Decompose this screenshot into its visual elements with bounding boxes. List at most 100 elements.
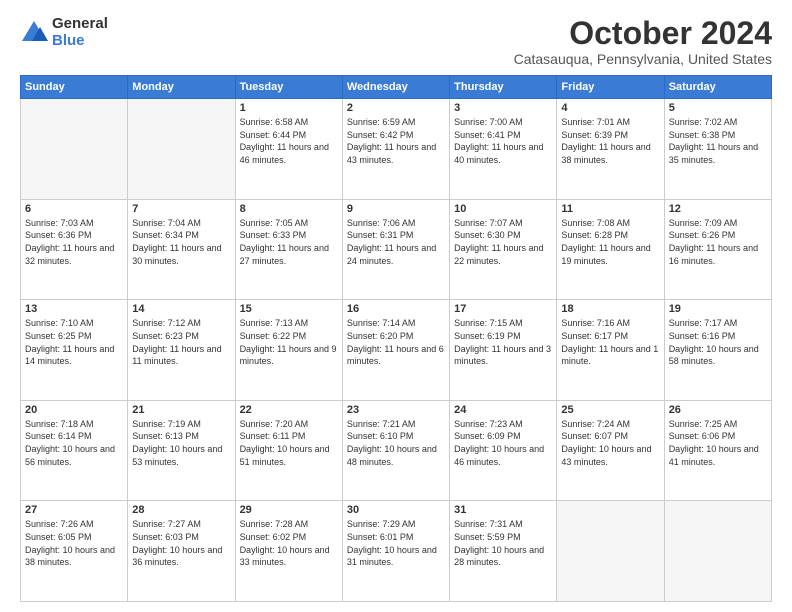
calendar-cell: 20 Sunrise: 7:18 AMSunset: 6:14 PMDayligh… (21, 400, 128, 501)
day-info: Sunrise: 7:03 AMSunset: 6:36 PMDaylight:… (25, 217, 123, 267)
day-number: 20 (25, 404, 123, 416)
day-info: Sunrise: 7:09 AMSunset: 6:26 PMDaylight:… (669, 217, 767, 267)
logo-text: General Blue (52, 16, 108, 49)
calendar-cell (664, 501, 771, 602)
day-number: 26 (669, 404, 767, 416)
calendar-cell: 3 Sunrise: 7:00 AMSunset: 6:41 PMDaylight… (450, 99, 557, 200)
calendar-cell: 22Sunrise: 7:20 AMSunset: 6:11 PMDayligh… (235, 400, 342, 501)
calendar-cell (128, 99, 235, 200)
day-info: Sunrise: 7:14 AMSunset: 6:20 PMDaylight:… (347, 317, 445, 367)
day-info: Sunrise: 7:04 AMSunset: 6:34 PMDaylight:… (132, 217, 230, 267)
day-number: 21 (132, 404, 230, 416)
day-number: 15 (240, 303, 338, 315)
day-info: Sunrise: 7:07 AMSunset: 6:30 PMDaylight:… (454, 217, 552, 267)
day-info: Sunrise: 7:06 AMSunset: 6:31 PMDaylight:… (347, 217, 445, 267)
calendar-cell: 11Sunrise: 7:08 AMSunset: 6:28 PMDayligh… (557, 199, 664, 300)
col-thursday: Thursday (450, 76, 557, 99)
col-friday: Friday (557, 76, 664, 99)
day-number: 13 (25, 303, 123, 315)
calendar-cell: 26 Sunrise: 7:25 AMSunset: 6:06 PMDayligh… (664, 400, 771, 501)
day-info: Sunrise: 7:21 AMSunset: 6:10 PMDaylight:… (347, 418, 445, 468)
calendar-cell: 13 Sunrise: 7:10 AMSunset: 6:25 PMDayligh… (21, 300, 128, 401)
month-title: October 2024 (514, 16, 772, 51)
calendar-cell: 9 Sunrise: 7:06 AMSunset: 6:31 PMDaylight… (342, 199, 449, 300)
day-number: 16 (347, 303, 445, 315)
day-number: 1 (240, 102, 338, 114)
calendar-cell: 31Sunrise: 7:31 AMSunset: 5:59 PMDayligh… (450, 501, 557, 602)
day-info: Sunrise: 7:10 AMSunset: 6:25 PMDaylight:… (25, 317, 123, 367)
day-info: Sunrise: 7:08 AMSunset: 6:28 PMDaylight:… (561, 217, 659, 267)
day-number: 25 (561, 404, 659, 416)
calendar-cell: 28Sunrise: 7:27 AMSunset: 6:03 PMDayligh… (128, 501, 235, 602)
calendar-cell: 8 Sunrise: 7:05 AMSunset: 6:33 PMDaylight… (235, 199, 342, 300)
calendar-table: Sunday Monday Tuesday Wednesday Thursday… (20, 75, 772, 602)
page: General Blue October 2024 Catasauqua, Pe… (0, 0, 792, 612)
calendar-cell: 6 Sunrise: 7:03 AMSunset: 6:36 PMDaylight… (21, 199, 128, 300)
day-number: 23 (347, 404, 445, 416)
day-info: Sunrise: 7:27 AMSunset: 6:03 PMDaylight:… (132, 518, 230, 568)
day-info: Sunrise: 7:25 AMSunset: 6:06 PMDaylight:… (669, 418, 767, 468)
day-info: Sunrise: 7:19 AMSunset: 6:13 PMDaylight:… (132, 418, 230, 468)
day-info: Sunrise: 7:12 AMSunset: 6:23 PMDaylight:… (132, 317, 230, 367)
week-row-5: 27 Sunrise: 7:26 AMSunset: 6:05 PMDayligh… (21, 501, 772, 602)
day-number: 24 (454, 404, 552, 416)
day-number: 12 (669, 203, 767, 215)
calendar-cell: 10 Sunrise: 7:07 AMSunset: 6:30 PMDayligh… (450, 199, 557, 300)
calendar-header-row: Sunday Monday Tuesday Wednesday Thursday… (21, 76, 772, 99)
day-number: 6 (25, 203, 123, 215)
col-tuesday: Tuesday (235, 76, 342, 99)
day-info: Sunrise: 7:02 AMSunset: 6:38 PMDaylight:… (669, 116, 767, 166)
calendar-cell: 16 Sunrise: 7:14 AMSunset: 6:20 PMDayligh… (342, 300, 449, 401)
day-number: 22 (240, 404, 338, 416)
day-info: Sunrise: 7:29 AMSunset: 6:01 PMDaylight:… (347, 518, 445, 568)
day-info: Sunrise: 7:24 AMSunset: 6:07 PMDaylight:… (561, 418, 659, 468)
day-number: 29 (240, 504, 338, 516)
day-number: 5 (669, 102, 767, 114)
day-number: 14 (132, 303, 230, 315)
day-info: Sunrise: 7:23 AMSunset: 6:09 PMDaylight:… (454, 418, 552, 468)
day-info: Sunrise: 7:13 AMSunset: 6:22 PMDaylight:… (240, 317, 338, 367)
day-info: Sunrise: 7:15 AMSunset: 6:19 PMDaylight:… (454, 317, 552, 367)
col-saturday: Saturday (664, 76, 771, 99)
day-number: 8 (240, 203, 338, 215)
calendar-cell: 23 Sunrise: 7:21 AMSunset: 6:10 PMDayligh… (342, 400, 449, 501)
calendar-cell: 21 Sunrise: 7:19 AMSunset: 6:13 PMDayligh… (128, 400, 235, 501)
week-row-4: 20 Sunrise: 7:18 AMSunset: 6:14 PMDayligh… (21, 400, 772, 501)
day-number: 3 (454, 102, 552, 114)
day-info: Sunrise: 6:59 AMSunset: 6:42 PMDaylight:… (347, 116, 445, 166)
logo: General Blue (20, 16, 108, 49)
calendar-cell: 30Sunrise: 7:29 AMSunset: 6:01 PMDayligh… (342, 501, 449, 602)
calendar-cell: 7 Sunrise: 7:04 AMSunset: 6:34 PMDaylight… (128, 199, 235, 300)
calendar-cell: 5 Sunrise: 7:02 AMSunset: 6:38 PMDaylight… (664, 99, 771, 200)
calendar-cell: 18Sunrise: 7:16 AMSunset: 6:17 PMDayligh… (557, 300, 664, 401)
calendar-cell (21, 99, 128, 200)
calendar-cell: 12 Sunrise: 7:09 AMSunset: 6:26 PMDayligh… (664, 199, 771, 300)
calendar-cell: 14 Sunrise: 7:12 AMSunset: 6:23 PMDayligh… (128, 300, 235, 401)
day-number: 27 (25, 504, 123, 516)
calendar-cell (557, 501, 664, 602)
location-title: Catasauqua, Pennsylvania, United States (514, 51, 772, 67)
logo-general: General (52, 16, 108, 33)
calendar-cell: 24 Sunrise: 7:23 AMSunset: 6:09 PMDayligh… (450, 400, 557, 501)
title-block: October 2024 Catasauqua, Pennsylvania, U… (514, 16, 772, 67)
day-info: Sunrise: 7:18 AMSunset: 6:14 PMDaylight:… (25, 418, 123, 468)
week-row-2: 6 Sunrise: 7:03 AMSunset: 6:36 PMDaylight… (21, 199, 772, 300)
day-number: 31 (454, 504, 552, 516)
day-number: 18 (561, 303, 659, 315)
day-info: Sunrise: 7:05 AMSunset: 6:33 PMDaylight:… (240, 217, 338, 267)
day-number: 9 (347, 203, 445, 215)
day-number: 4 (561, 102, 659, 114)
logo-blue: Blue (52, 33, 108, 50)
day-info: Sunrise: 7:01 AMSunset: 6:39 PMDaylight:… (561, 116, 659, 166)
day-info: Sunrise: 7:00 AMSunset: 6:41 PMDaylight:… (454, 116, 552, 166)
col-wednesday: Wednesday (342, 76, 449, 99)
header: General Blue October 2024 Catasauqua, Pe… (20, 16, 772, 67)
calendar-cell: 25 Sunrise: 7:24 AMSunset: 6:07 PMDayligh… (557, 400, 664, 501)
day-info: Sunrise: 7:28 AMSunset: 6:02 PMDaylight:… (240, 518, 338, 568)
day-info: Sunrise: 7:26 AMSunset: 6:05 PMDaylight:… (25, 518, 123, 568)
day-number: 19 (669, 303, 767, 315)
week-row-3: 13 Sunrise: 7:10 AMSunset: 6:25 PMDayligh… (21, 300, 772, 401)
day-number: 10 (454, 203, 552, 215)
col-sunday: Sunday (21, 76, 128, 99)
day-number: 7 (132, 203, 230, 215)
